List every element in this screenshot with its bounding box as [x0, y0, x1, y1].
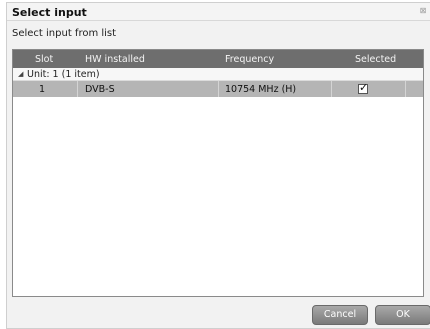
- instruction-text: Select input from list: [12, 28, 117, 39]
- selected-checkbox[interactable]: ✓: [358, 81, 369, 94]
- close-icon[interactable]: ⊠: [418, 5, 428, 17]
- table-row[interactable]: 1 DVB-S 10754 MHz (H) ✓: [13, 81, 423, 97]
- checkmark-icon: ✓: [359, 81, 369, 94]
- cancel-button[interactable]: Cancel: [312, 305, 368, 325]
- expand-collapse-icon[interactable]: ◢: [18, 70, 26, 78]
- group-label: Unit: 1 (1 item): [27, 69, 100, 80]
- column-header-slot[interactable]: Slot: [35, 54, 53, 65]
- column-header-frequency[interactable]: Frequency: [225, 54, 274, 65]
- input-list-grid: Slot HW installed Frequency Selected ◢ U…: [12, 49, 424, 297]
- title-bar: Select input ⊠: [7, 3, 430, 21]
- column-separator: [218, 81, 219, 97]
- group-row-unit-1[interactable]: ◢ Unit: 1 (1 item): [13, 68, 423, 81]
- column-separator: [405, 81, 406, 97]
- column-separator: [331, 81, 332, 97]
- cell-slot: 1: [39, 84, 46, 95]
- select-input-dialog: Select input ⊠ Select input from list Sl…: [6, 2, 430, 329]
- cell-hw-installed: DVB-S: [85, 84, 115, 95]
- cell-frequency: 10754 MHz (H): [225, 84, 297, 95]
- column-separator: [77, 81, 78, 97]
- grid-header: Slot HW installed Frequency Selected: [13, 50, 423, 68]
- column-header-selected[interactable]: Selected: [355, 54, 396, 65]
- column-header-hw-installed[interactable]: HW installed: [85, 54, 145, 65]
- dialog-title: Select input: [12, 6, 87, 19]
- ok-button[interactable]: OK: [375, 305, 430, 325]
